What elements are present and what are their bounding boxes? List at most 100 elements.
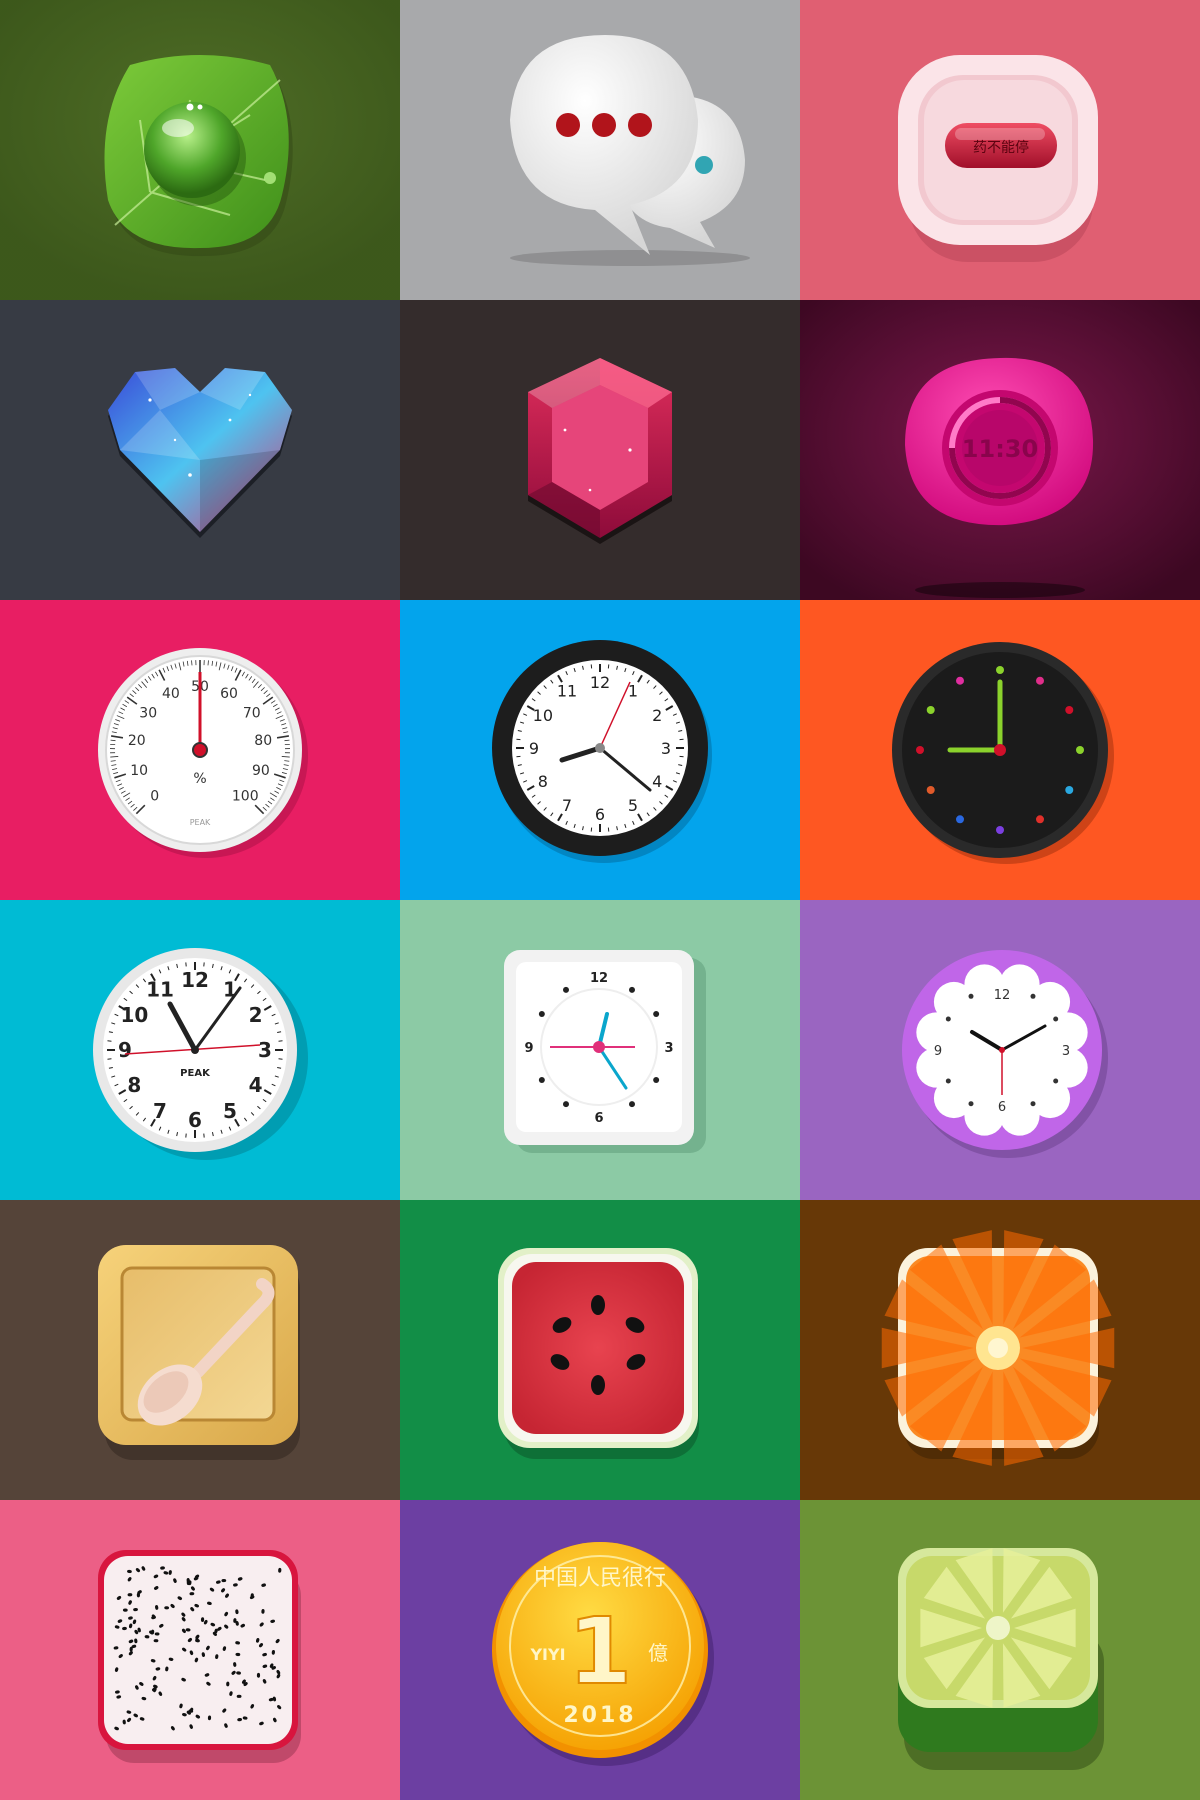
clock-dot [1030, 993, 1036, 999]
clock-dot [629, 986, 635, 993]
clock-dot [563, 986, 569, 993]
gauge-unit: % [193, 771, 206, 787]
clock-numeral: 3 [661, 739, 671, 758]
gauge-label: 100 [232, 788, 259, 804]
clock-numeral: 7 [153, 1099, 167, 1123]
clock-dot [1030, 1101, 1036, 1107]
clock-numeral: 12 [590, 673, 610, 692]
timer-time: 11:30 [962, 435, 1038, 463]
clock-dot [1036, 815, 1044, 824]
clock-numeral: 8 [538, 772, 548, 791]
tile-chat[interactable] [400, 0, 800, 300]
clock-dot [1065, 706, 1074, 714]
tile-dragonfruit[interactable] [0, 1500, 400, 1800]
clock-dot [1036, 676, 1044, 685]
clock-numeral: 9 [118, 1038, 132, 1062]
clock-dot [1053, 1016, 1059, 1022]
clock-dot [1076, 746, 1084, 754]
gauge-label: 30 [139, 705, 157, 721]
clock-numeral: 2 [249, 1003, 263, 1027]
wooden-spoon-icon [0, 1200, 400, 1500]
clock-dot [538, 1077, 545, 1083]
gold-coin-icon: 中国人民很行 1 YIYI 億 2018 [400, 1500, 800, 1800]
clock-dot [968, 993, 974, 999]
tile-hygrometer[interactable]: 0102030405060708090100 % PEAK [0, 600, 400, 900]
coin-value: 1 [568, 1598, 632, 1705]
tile-peakclock[interactable]: 12 1 2 3 4 5 6 7 8 9 10 11 PEAK [0, 900, 400, 1200]
watermelon-icon [400, 1200, 800, 1500]
clock-numeral: 10 [120, 1003, 148, 1027]
tile-wallclock[interactable]: 12 1 2 3 4 5 6 7 8 9 10 11 [400, 600, 800, 900]
clock-dot [1053, 1078, 1059, 1084]
tile-heart[interactable] [0, 300, 400, 600]
clock-dot [945, 1078, 951, 1084]
tile-squareclock[interactable]: 12 3 6 9 [400, 900, 800, 1200]
clock-numeral: 5 [628, 796, 638, 815]
clock-numeral-9: 9 [524, 1041, 533, 1056]
clock-brand: PEAK [180, 1068, 211, 1079]
gauge-label: 80 [254, 733, 272, 749]
gauge-label: 70 [243, 705, 261, 721]
clock-dot [538, 1011, 545, 1017]
chat-bubbles-icon [400, 0, 800, 300]
clock-dot [996, 826, 1004, 834]
black-wall-clock-icon: 12 1234567891011 [400, 600, 800, 900]
tile-watermelon[interactable] [400, 1200, 800, 1500]
clock-dot [653, 1077, 660, 1083]
pill-button-icon: 药不能停 [800, 0, 1200, 300]
clock-numeral: 4 [652, 772, 662, 791]
clock-dot [916, 746, 924, 754]
tile-timer[interactable]: 11:30 [800, 300, 1200, 600]
dark-dot-clock-icon [800, 600, 1200, 900]
clock-numeral: 1 [223, 978, 237, 1002]
clock-numeral: 8 [127, 1073, 141, 1097]
dragon-fruit-icon [0, 1500, 400, 1800]
tile-spoon[interactable] [0, 1200, 400, 1500]
coin-right-text: 億 [648, 1641, 668, 1665]
clock-numeral: 6 [595, 805, 605, 824]
clock-numeral: 12 [181, 968, 209, 992]
peak-clock-icon: 12 12 3 45678 9 1011 PEAK [0, 900, 400, 1200]
tile-lime[interactable] [800, 1500, 1200, 1800]
clock-numeral: 2 [652, 706, 662, 725]
tile-orange[interactable] [800, 1200, 1200, 1500]
gauge-label: 40 [162, 686, 180, 702]
lime-slice-icon [800, 1500, 1200, 1800]
clock-numeral-6: 6 [594, 1111, 603, 1126]
square-clock-icon: 12 3 6 9 [400, 900, 800, 1200]
clock-dot [629, 1101, 635, 1108]
clock-numeral: 6 [188, 1108, 202, 1132]
clock-dot [653, 1011, 660, 1017]
gauge-label: 60 [220, 686, 238, 702]
icon-grid: 药不能停 11:30 0 10 20 30 40 60 70 80 90 100… [0, 0, 1200, 1800]
clock-numeral: 11 [557, 682, 577, 701]
clock-numeral-3: 3 [1062, 1044, 1070, 1059]
clock-dot [956, 676, 964, 685]
tile-gem[interactable] [400, 300, 800, 600]
coin-top-text: 中国人民很行 [534, 1566, 666, 1591]
clock-numeral-3: 3 [664, 1041, 673, 1056]
tile-darkclock[interactable] [800, 600, 1200, 900]
gauge-label: 90 [252, 763, 270, 779]
tile-coin[interactable]: 中国人民很行 1 YIYI 億 2018 [400, 1500, 800, 1800]
orange-slice-icon [800, 1200, 1200, 1500]
clock-numeral-9: 9 [934, 1044, 942, 1059]
clock-dot [1065, 786, 1074, 794]
clock-dot [926, 706, 935, 714]
clock-numeral: 5 [223, 1099, 237, 1123]
clock-numeral: 11 [146, 978, 174, 1002]
pink-timer-icon: 11:30 [800, 300, 1200, 600]
flower-clock-icon: 12 3 6 9 [800, 900, 1200, 1200]
gauge-brand: PEAK [190, 818, 211, 827]
crystal-heart-icon [0, 300, 400, 600]
coin-left-text: YIYI [529, 1645, 565, 1664]
tile-pill[interactable]: 药不能停 [800, 0, 1200, 300]
clock-dot [926, 786, 935, 794]
clock-numeral-12: 12 [994, 988, 1011, 1003]
gauge-label: 20 [128, 733, 146, 749]
clock-numeral-12: 12 [590, 971, 608, 986]
tile-flowerclock[interactable]: 12 3 6 9 [800, 900, 1200, 1200]
gauge-label: 0 [150, 788, 159, 804]
tile-leaf[interactable] [0, 0, 400, 300]
clock-numeral: 7 [562, 796, 572, 815]
